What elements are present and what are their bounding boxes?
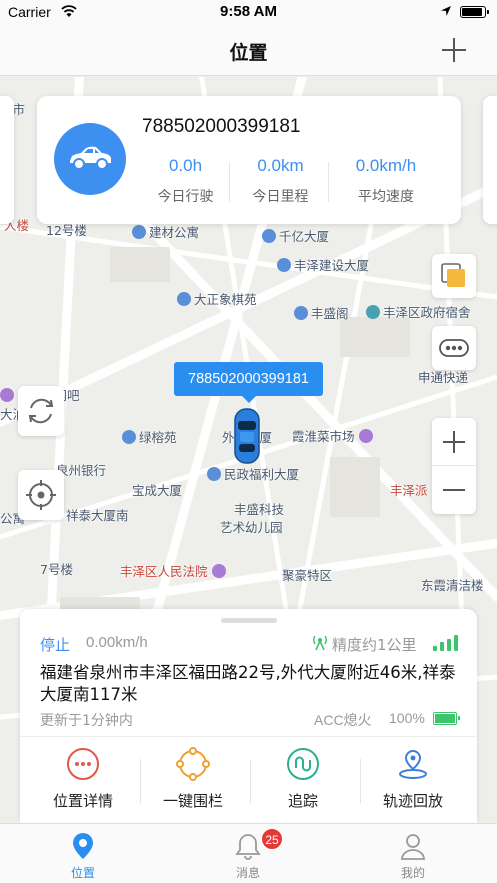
stat-today-duration: 0.0h 今日行驶 — [138, 156, 233, 206]
map-layer-button[interactable] — [432, 254, 476, 298]
person-icon — [401, 834, 425, 860]
status-bar: Carrier 9:58 AM — [0, 0, 497, 24]
fence-icon — [176, 747, 210, 781]
map-poi: 丰泽建设大厦 — [277, 255, 369, 274]
map-poi: 丰泽区政府宿舍 — [366, 302, 471, 321]
location-accuracy: 精度约1公里 — [332, 636, 417, 654]
clock: 9:58 AM — [220, 3, 277, 20]
car-avatar — [54, 123, 126, 195]
zoom-control — [432, 418, 476, 514]
stat-value: 0.0km — [257, 156, 304, 175]
map-label: 7号楼 — [40, 562, 73, 577]
update-time: 更新于1分钟内 — [40, 713, 133, 729]
tab-bar: 位置 消息 25 我的 — [0, 823, 497, 883]
more-options-icon — [439, 339, 469, 357]
next-vehicle-card[interactable] — [483, 96, 497, 224]
action-label: 位置详情 — [52, 792, 113, 810]
map-label: 东霞清洁楼 — [421, 578, 484, 593]
tab-label: 位置 — [70, 866, 95, 880]
current-speed: 0.00km/h — [86, 634, 148, 651]
map-poi: 大正象棋苑 — [177, 289, 257, 308]
one-click-fence-button[interactable]: 一键围栏 — [136, 747, 250, 811]
action-label: 轨迹回放 — [382, 792, 443, 810]
vehicle-marker-label[interactable]: 788502000399181 — [174, 362, 323, 403]
prev-vehicle-card[interactable] — [0, 96, 14, 224]
map-label: 丰泽派 — [390, 483, 428, 498]
layers-icon — [441, 263, 465, 287]
track-button[interactable]: 追踪 — [246, 747, 360, 811]
stat-value: 0.0km/h — [355, 156, 417, 175]
map-label: 丰盛科技 — [234, 502, 285, 517]
vehicle-info-card[interactable]: 788502000399181 0.0h 今日行驶 0.0km 今日里程 0.0… — [37, 96, 461, 224]
add-device-button[interactable] — [440, 36, 468, 64]
panel-drag-handle[interactable] — [221, 618, 277, 623]
locate-me-button[interactable] — [18, 470, 64, 520]
tab-profile[interactable]: 我的 — [373, 832, 453, 881]
car-icon — [70, 146, 111, 170]
map-poi: 千亿大厦 — [262, 226, 329, 245]
stat-divider — [328, 162, 329, 202]
divider — [20, 736, 477, 737]
gps-signal-icon — [313, 635, 327, 651]
map-poi: 绿榕苑 — [122, 427, 177, 446]
refresh-button[interactable] — [18, 386, 64, 436]
stat-today-mileage: 0.0km 今日里程 — [233, 156, 328, 206]
battery-level: 100% — [389, 710, 425, 726]
zoom-out-button[interactable] — [432, 466, 476, 514]
device-id: 788502000399181 — [142, 116, 301, 137]
device-battery-icon — [433, 712, 460, 725]
map-poi: 丰泽区人民法院 — [120, 561, 229, 580]
motion-state: 停止 — [40, 636, 71, 654]
map-label: 祥泰大厦南 — [66, 508, 129, 523]
stat-label: 今日里程 — [252, 189, 309, 205]
address-text: 福建省泉州市丰泽区福田路22号,外代大厦附近46米,祥泰大厦南117米 — [40, 663, 456, 704]
map-label: 宝成大厦 — [132, 483, 183, 498]
map-poi: 建材公寓 — [132, 222, 199, 241]
more-dots-icon — [67, 748, 99, 780]
action-label: 追踪 — [287, 792, 318, 810]
battery-icon — [460, 6, 489, 18]
nav-bar: 位置 — [0, 24, 497, 76]
map-poi: 霞淮菜市场 — [292, 426, 376, 445]
location-pin-icon — [73, 833, 93, 859]
stat-average-speed: 0.0km/h 平均速度 — [331, 156, 441, 206]
track-icon — [287, 748, 319, 780]
stat-divider — [229, 162, 230, 202]
location-services-icon — [441, 6, 451, 16]
map-label: 聚豪特区 — [282, 568, 333, 583]
tab-label: 消息 — [235, 866, 260, 880]
vehicle-marker-icon[interactable] — [232, 406, 262, 466]
traffic-button[interactable] — [432, 326, 476, 370]
page-title: 位置 — [229, 42, 268, 64]
unread-badge: 25 — [261, 828, 283, 850]
stat-label: 平均速度 — [358, 189, 414, 205]
map-label: 艺术幼儿园 — [220, 520, 283, 535]
playback-icon — [399, 749, 427, 779]
crosshair-icon — [26, 480, 56, 510]
map-poi: 民政福利大厦 — [207, 464, 299, 483]
stat-label: 今日行驶 — [157, 189, 214, 205]
tab-label: 我的 — [400, 866, 425, 880]
action-label: 一键围栏 — [162, 792, 223, 810]
refresh-icon — [28, 398, 54, 424]
acc-status: ACC熄火 — [314, 712, 372, 728]
zoom-in-button[interactable] — [432, 418, 476, 466]
vehicle-status-panel[interactable]: 停止 0.00km/h 精度约1公里 福建省泉州市丰泽区福田路22号,外代大厦附… — [20, 609, 477, 823]
playback-button[interactable]: 轨迹回放 — [356, 747, 470, 811]
location-details-button[interactable]: 位置详情 — [26, 747, 140, 811]
bell-icon — [235, 834, 261, 860]
stat-value: 0.0h — [168, 156, 203, 175]
signal-strength-icon — [433, 635, 459, 651]
tab-location[interactable]: 位置 — [43, 832, 123, 881]
map-poi: 丰盛阁 — [294, 303, 349, 322]
